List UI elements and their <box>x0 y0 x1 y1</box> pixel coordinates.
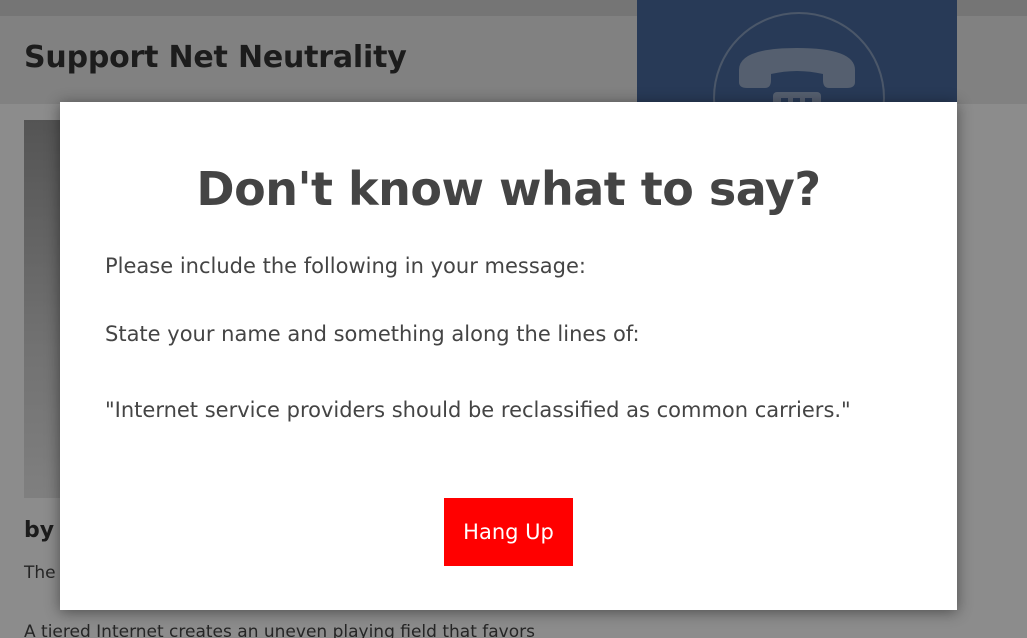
modal-quote: "Internet service providers should be re… <box>105 398 851 422</box>
hang-up-button[interactable]: Hang Up <box>444 498 573 566</box>
modal-instruction: Please include the following in your mes… <box>105 254 586 278</box>
modal-dialog: Don't know what to say? Please include t… <box>60 102 957 610</box>
modal-title: Don't know what to say? <box>196 162 821 216</box>
page: Support Net Neutrality by The A tiered I… <box>0 0 1027 638</box>
modal-prompt: State your name and something along the … <box>105 322 640 346</box>
